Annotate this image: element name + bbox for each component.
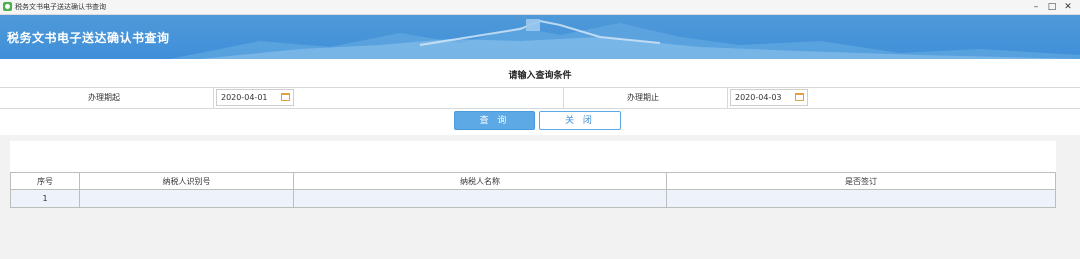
start-date-picker[interactable] <box>216 89 294 106</box>
date-range-row: 办理期起 办理期止 <box>0 87 1080 109</box>
start-date-input[interactable] <box>221 90 279 105</box>
maximize-icon[interactable]: □ <box>1044 0 1060 14</box>
header-banner: 税务文书电子送达确认书查询 <box>0 15 1080 59</box>
table-cell-taxpayer-name <box>293 189 667 208</box>
column-header-taxpayer-id[interactable]: 纳税人识别号 <box>79 172 294 190</box>
window-titlebar: 税务文书电子送达确认书查询 – □ ✕ <box>0 0 1080 15</box>
window-controls: – □ ✕ <box>1028 0 1076 14</box>
end-date-picker[interactable] <box>730 89 808 106</box>
table-header-row: 序号 纳税人识别号 纳税人名称 是否签订 <box>10 172 1056 190</box>
close-button[interactable]: 关 闭 <box>539 111 621 130</box>
result-toolbar-area <box>10 141 1056 173</box>
end-date-label: 办理期止 <box>627 93 659 102</box>
column-header-signed[interactable]: 是否签订 <box>666 172 1056 190</box>
minimize-icon[interactable]: – <box>1028 0 1044 14</box>
divider <box>563 88 564 108</box>
query-panel: 请输入查询条件 办理期起 办理期止 查 询 关 闭 <box>0 59 1080 135</box>
results-table: 序号 纳税人识别号 纳税人名称 是否签订 1 <box>10 172 1056 208</box>
divider <box>213 88 214 108</box>
calendar-icon[interactable] <box>795 93 804 101</box>
table-cell-index: 1 <box>10 189 80 208</box>
window-title: 税务文书电子送达确认书查询 <box>15 3 106 11</box>
banner-title: 税务文书电子送达确认书查询 <box>7 31 170 45</box>
column-header-taxpayer-name[interactable]: 纳税人名称 <box>293 172 667 190</box>
table-row[interactable]: 1 <box>10 189 1056 208</box>
end-date-input[interactable] <box>735 90 793 105</box>
table-cell-signed <box>666 189 1056 208</box>
divider <box>727 88 728 108</box>
start-date-label: 办理期起 <box>88 93 120 102</box>
calendar-icon[interactable] <box>281 93 290 101</box>
table-cell-taxpayer-id <box>79 189 294 208</box>
app-icon <box>3 2 12 11</box>
query-heading: 请输入查询条件 <box>508 71 572 81</box>
column-header-index[interactable]: 序号 <box>10 172 80 190</box>
query-button[interactable]: 查 询 <box>454 111 535 130</box>
close-icon[interactable]: ✕ <box>1060 0 1076 14</box>
